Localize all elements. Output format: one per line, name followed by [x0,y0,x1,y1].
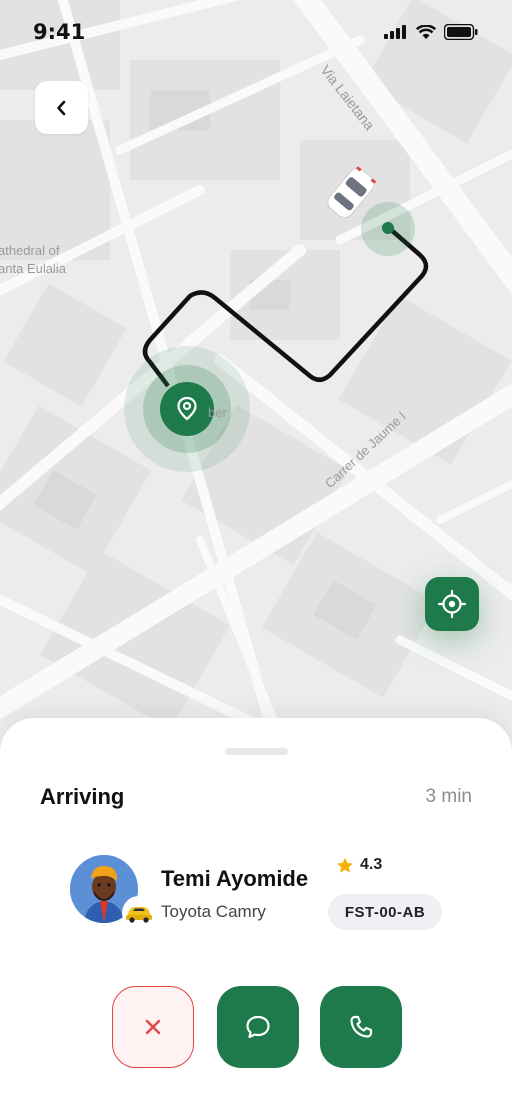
phone-icon [350,1015,373,1038]
battery-icon [444,24,478,40]
chevron-left-icon [56,100,65,115]
destination-pin-icon [177,396,197,421]
chat-bubble-icon [246,1015,270,1039]
eta-label: 3 min [425,786,472,807]
poi-label: ber [208,405,227,420]
clock: 9:41 [33,20,86,44]
rating-value: 4.3 [360,856,383,873]
trip-status: Arriving [40,784,125,809]
driver-rating: 4.3 [336,856,382,874]
close-icon [145,1019,161,1035]
car-thumbnail [122,896,156,930]
place-label: athedral of anta Eulalia [0,243,66,276]
driver-car-icon [327,166,376,218]
trip-bottom-sheet: Arriving 3 min Temi Ayomide Toyota Camry… [0,718,512,1109]
crosshair-icon [437,589,467,619]
message-driver-button[interactable] [217,986,299,1068]
license-plate-badge: FST-00-AB [328,894,442,930]
cancel-trip-button[interactable] [112,986,194,1068]
signal-icon [384,25,406,39]
call-driver-button[interactable] [320,986,402,1068]
status-bar: 9:41 [0,0,512,64]
back-button[interactable] [35,81,88,134]
yellow-car-icon [126,907,152,923]
star-icon [337,857,353,873]
wifi-icon [416,24,436,39]
driver-name: Temi Ayomide [161,866,309,891]
recenter-location-button[interactable] [425,577,479,631]
sheet-drag-handle[interactable] [225,748,288,755]
driver-car-model: Toyota Camry [161,902,266,921]
